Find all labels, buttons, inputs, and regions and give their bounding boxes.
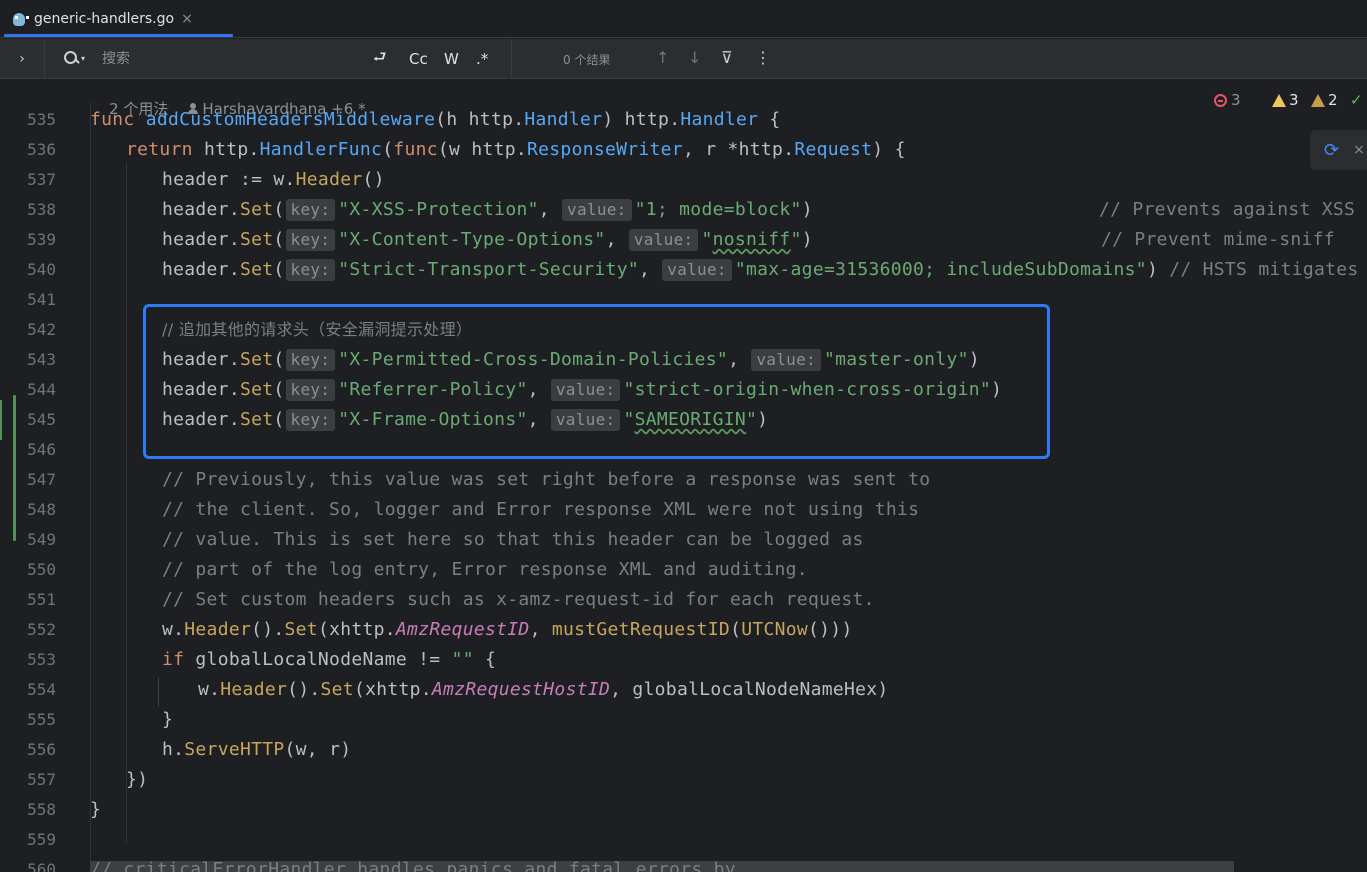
code-comment: // Prevents against XSS a [1099,199,1367,220]
code-line-538: header.Set(key: "X-XSS-Protection", value… [162,199,813,221]
code-line-539: header.Set(key: "X-Content-Type-Options",… [162,229,813,251]
expand-replace-button[interactable]: › [0,39,45,79]
line-number: 550 [27,560,56,579]
code-line-551: // Set custom headers such as x-amz-requ… [162,589,875,610]
code-line-554: w.Header().Set(xhttp.AmzRequestHostID, g… [198,679,889,700]
go-file-icon [12,11,29,27]
line-number: 555 [27,710,56,729]
more-options-icon[interactable]: ⋮ [755,48,771,67]
line-number: 549 [27,530,56,549]
line-number: 554 [27,680,56,699]
filter-icon[interactable]: ⊽ [721,48,733,67]
active-tab-indicator [4,34,233,37]
new-line-button[interactable]: ⮐ [373,48,387,70]
line-number: 536 [27,140,56,159]
sync-icon[interactable]: ⟳ [1324,140,1339,161]
close-icon[interactable]: × [181,11,193,27]
parameter-hint: value: [662,259,732,281]
line-number: 538 [27,200,56,219]
line-number: 535 [27,110,56,129]
line-number: 560 [27,860,56,872]
code-line-553: if globalLocalNodeName != "" { [162,649,497,670]
match-case-button[interactable]: Cc [409,48,428,70]
line-number-gutter: 535 536 537 538 539 540 541 542 543 544 … [0,80,90,872]
line-number: 551 [27,590,56,609]
annotation-highlight-box [143,304,1050,459]
indent-guide [126,162,127,842]
next-occurrence-button[interactable]: ↓ [688,48,701,67]
parameter-hint: key: [285,259,336,281]
line-number: 553 [27,650,56,669]
code-line-556: h.ServeHTTP(w, r) [162,739,352,760]
code-vision-hints: 2 个用法 Harshavardhana +6 * [90,80,366,118]
parameter-hint: key: [285,199,336,221]
sync-changes-popup[interactable]: ⟳ × [1310,130,1367,170]
indent-guide [158,677,159,707]
code-line-535: func addCustomHeadersMiddleware(h http.H… [90,109,781,130]
errors-indicator[interactable]: 3 [1214,90,1241,110]
code-line-550: // part of the log entry, Error response… [162,559,808,580]
divider [511,39,512,79]
parameter-hint: value: [628,229,699,251]
search-input[interactable] [102,49,362,69]
line-number: 548 [27,500,56,519]
previous-occurrence-button[interactable]: ↑ [656,48,669,67]
search-icon[interactable] [64,51,78,65]
code-editor[interactable]: 2 个用法 Harshavardhana +6 * func addCustomH… [90,80,1367,872]
code-line-537: header := w.Header() [162,169,385,190]
code-line-557: }) [126,769,149,790]
line-number: 556 [27,740,56,759]
typo-indicator[interactable]: ✓ [1350,90,1363,110]
search-history-icon[interactable]: ▾ [81,54,85,63]
line-number: 558 [27,800,56,819]
code-line-549: // value. This is set here so that this … [162,529,864,550]
line-number: 544 [27,380,56,399]
code-comment: // Prevent mime-sniff [1101,229,1335,250]
line-number: 546 [27,440,56,459]
line-number: 543 [27,350,56,369]
weak-warnings-indicator[interactable]: 2 [1311,90,1338,110]
line-number: 559 [27,830,56,849]
line-number: 537 [27,170,56,189]
line-number: 557 [27,770,56,789]
editor-tab-bar: generic-handlers.go × [0,0,1367,38]
line-number: 552 [27,620,56,639]
line-number: 540 [27,260,56,279]
line-number: 547 [27,470,56,489]
error-icon [1214,93,1227,107]
warning-icon [1272,93,1286,107]
weak-warning-icon [1311,93,1325,107]
line-number: 542 [27,320,56,339]
code-line-560: // criticalErrorHandler handles panics a… [90,859,736,872]
code-line-540: header.Set(key: "Strict-Transport-Securit… [162,259,1359,281]
indent-guide [90,102,91,862]
close-icon[interactable]: × [1353,142,1365,158]
parameter-hint: key: [285,229,336,251]
code-line-548: // the client. So, logger and Error resp… [162,499,920,520]
code-line-552: w.Header().Set(xhttp.AmzRequestID, mustG… [162,619,853,640]
tab-generic-handlers[interactable]: generic-handlers.go × [6,0,233,38]
search-results-count: 0 个结果 [563,53,611,67]
line-number: 539 [27,230,56,249]
find-bar: › ▾ ⮐ Cc W .* 0 个结果 ↑ ↓ ⊽ ⋮ [0,39,1367,79]
code-line-547: // Previously, this value was set right … [162,469,931,490]
code-line-536: return http.HandlerFunc(func(w http.Resp… [126,139,906,160]
regex-button[interactable]: .* [476,48,488,70]
words-button[interactable]: W [444,48,459,70]
code-line-558: } [90,799,102,820]
warnings-indicator[interactable]: 3 [1272,90,1299,110]
parameter-hint: value: [562,199,632,221]
line-number: 541 [27,290,56,309]
code-line-555: } [162,709,174,730]
line-number: 545 [27,410,56,429]
tab-label: generic-handlers.go [34,11,175,27]
check-icon: ✓ [1350,91,1363,109]
